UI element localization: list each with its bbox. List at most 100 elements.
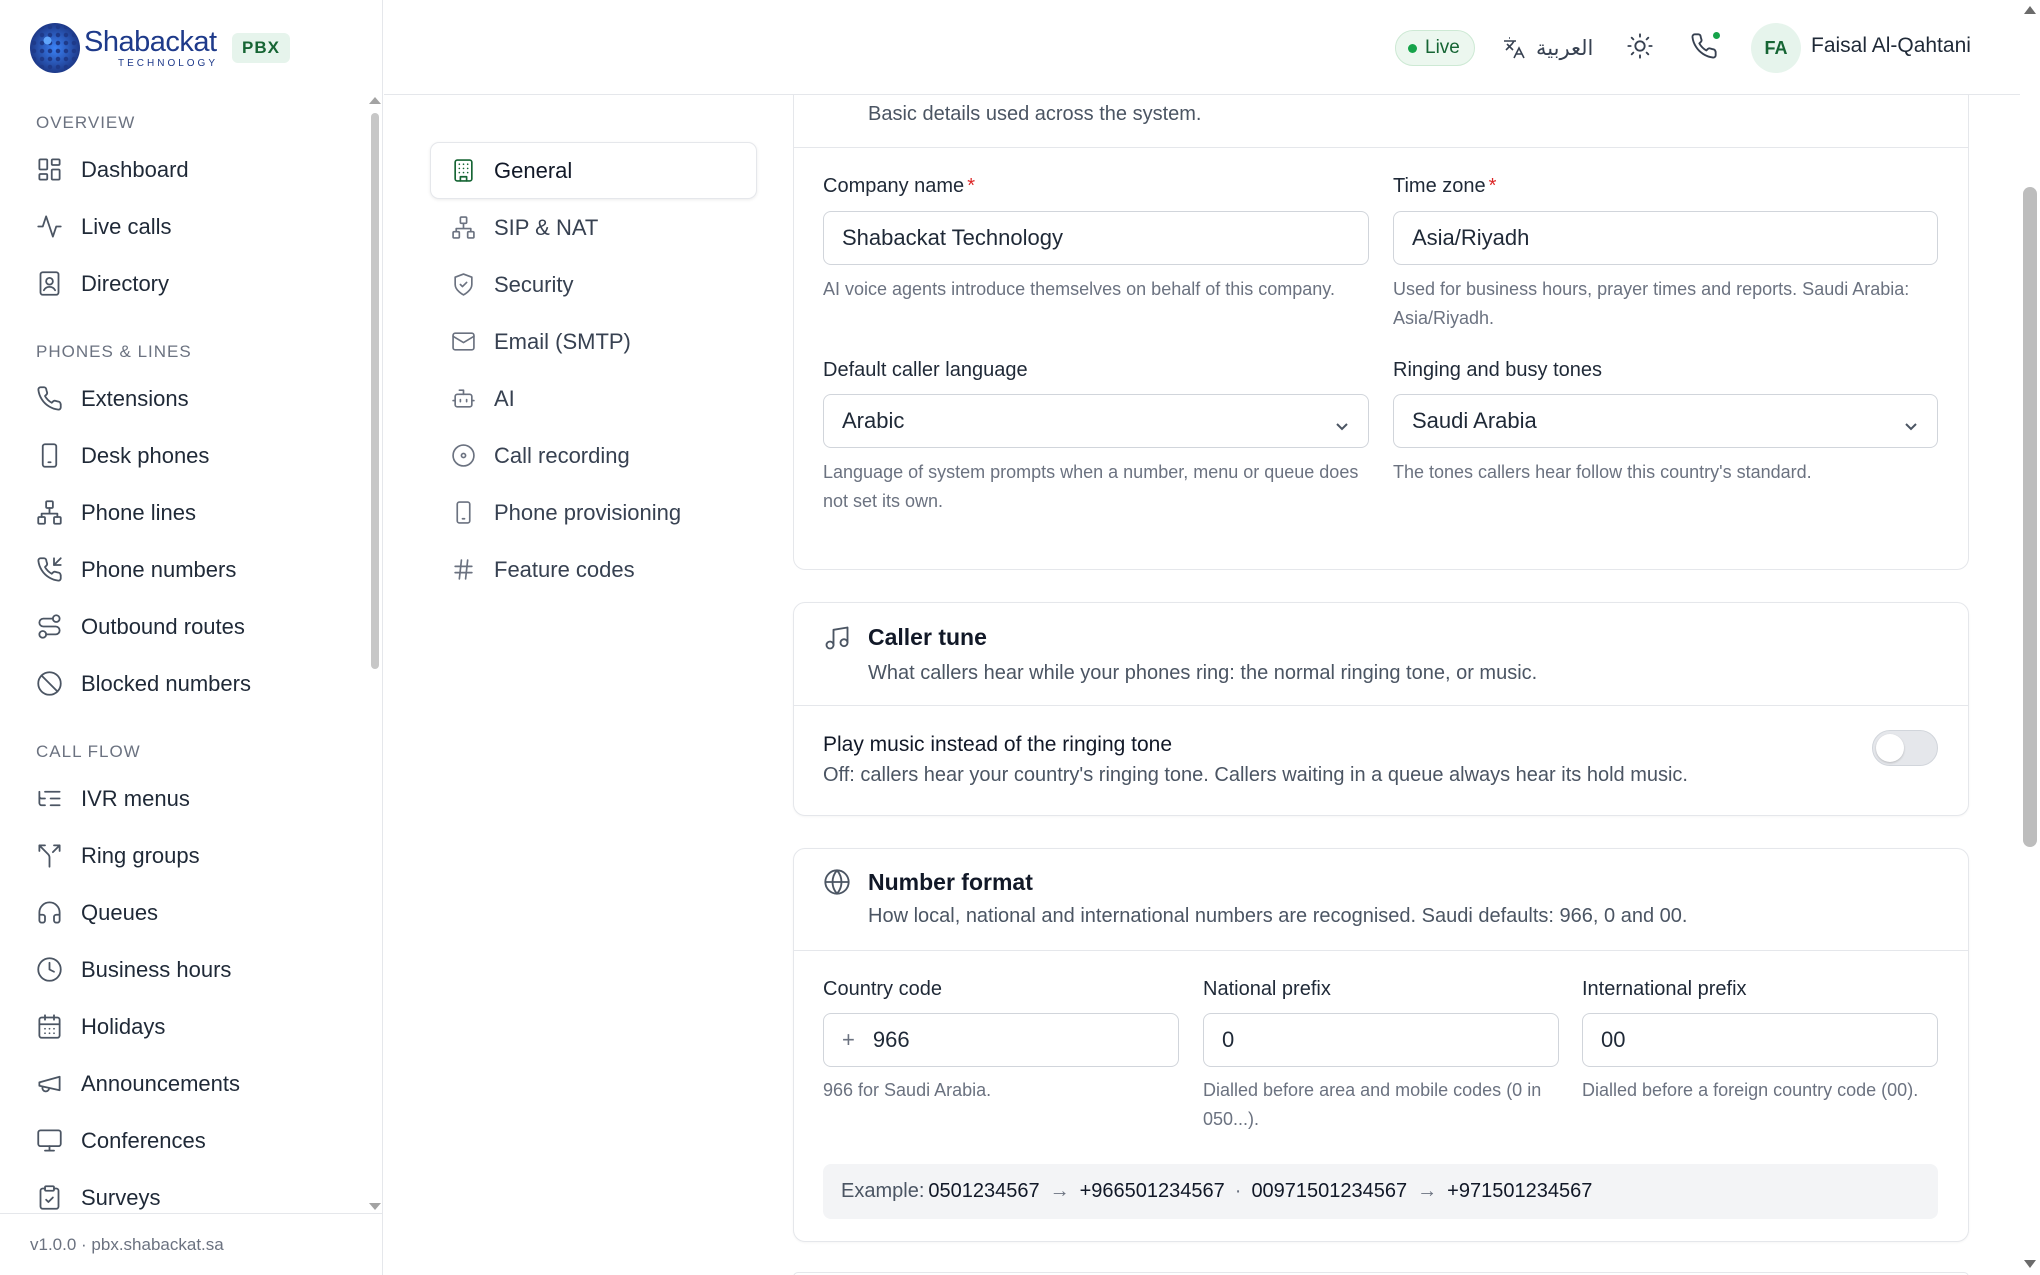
main-scrollbar-thumb[interactable] [2023,187,2037,847]
company-name-input[interactable]: Shabackat Technology [823,211,1369,265]
arrow-right-icon: → [1417,1180,1438,1202]
settings-tab-sip-nat[interactable]: SIP & NAT [430,199,757,256]
settings-tab-label: Security [494,271,574,297]
sidebar-scroll-down-arrow[interactable] [369,1203,381,1210]
sidebar-item-extensions[interactable]: Extensions [0,370,370,427]
main-scroll-down-arrow[interactable] [2024,1260,2036,1268]
sidebar-item-live-calls[interactable]: Live calls [0,198,370,255]
sidebar-item-ivr-menus[interactable]: IVR menus [0,770,370,827]
settings-tab-label: Phone provisioning [494,499,682,525]
sidebar-item-outbound-routes[interactable]: Outbound routes [0,598,370,655]
mail-icon [452,332,475,351]
user-avatar[interactable]: FA [1751,23,1801,73]
caller-tune-subtitle: What callers hear while your phones ring… [868,662,1538,684]
settings-tab-call-recording[interactable]: Call recording [430,427,757,484]
settings-tab-general[interactable]: General [430,142,757,199]
settings-tab-label: Call recording [494,442,630,468]
headphones-icon [38,901,61,924]
sidebar-item-label: Phone numbers [81,556,237,582]
sidebar-item-desk-phones[interactable]: Desk phones [0,427,370,484]
sidebar-item-blocked-numbers[interactable]: Blocked numbers [0,655,370,712]
live-status-label: Live [1425,37,1460,58]
toggle-knob [1876,734,1904,762]
sidebar-item-ring-groups[interactable]: Ring groups [0,827,370,884]
sidebar-item-phone-lines[interactable]: Phone lines [0,484,370,541]
phone-incoming-icon [37,557,62,582]
card-divider [794,950,1968,951]
language-toggle-button[interactable]: العربية [1502,28,1593,68]
settings-tab-label: General [494,157,573,183]
clock-icon [37,957,62,982]
plus-prefix: + [842,1027,855,1052]
sidebar-item-surveys[interactable]: Surveys [0,1169,370,1212]
sidebar-item-label: Ring groups [81,842,200,868]
user-name[interactable]: Faisal Al-Qahtani [1811,34,1971,58]
activity-icon [37,215,62,238]
card-divider [794,705,1968,706]
sidebar-item-label: Outbound routes [81,613,245,639]
sidebar-item-conferences[interactable]: Conferences [0,1112,370,1169]
settings-tab-email-smtp[interactable]: Email (SMTP) [430,313,757,370]
sidebar-item-label: Queues [81,899,159,925]
international-prefix-help: Dialled before a foreign country code (0… [1582,1080,1919,1100]
translate-icon [1504,37,1525,59]
number-format-title: Number format [868,869,1033,895]
sidebar-item-label: Blocked numbers [81,670,251,696]
sidebar-item-label: Holidays [81,1013,166,1039]
network-icon [37,500,62,525]
national-prefix-label: National prefix [1203,978,1331,1000]
sidebar-item-business-hours[interactable]: Business hours [0,941,370,998]
play-music-help: Off: callers hear your country's ringing… [823,764,1688,786]
sidebar-item-dashboard[interactable]: Dashboard [0,141,370,198]
country-code-input[interactable]: + 966 [823,1013,1179,1067]
international-prefix-input[interactable]: 00 [1582,1013,1938,1067]
settings-tab-feature-codes[interactable]: Feature codes [430,541,757,598]
sidebar-item-label: Dashboard [81,156,189,182]
play-music-toggle[interactable] [1872,730,1938,766]
tones-select[interactable]: Saudi Arabia [1393,394,1938,448]
settings-tab-label: Feature codes [494,556,635,582]
settings-tab-security[interactable]: Security [430,256,757,313]
settings-tab-phone-provisioning[interactable]: Phone provisioning [430,484,757,541]
caller-language-help: Language of system prompts when a number… [823,462,1359,511]
smartphone-icon [456,501,471,524]
company-name-label-text: Company name [823,175,965,197]
time-zone-input[interactable]: Asia/Riyadh [1393,211,1938,265]
sidebar-item-phone-numbers[interactable]: Phone numbers [0,541,370,598]
national-prefix-input[interactable]: 0 [1203,1013,1559,1067]
sidebar-item-label: Phone lines [81,499,196,525]
time-zone-label: Time zone * [1393,175,1496,198]
example-intl-e164: +971501234567 [1447,1180,1593,1202]
sidebar-item-directory[interactable]: Directory [0,255,370,312]
building-icon [454,159,473,182]
time-zone-label-text: Time zone [1393,175,1486,197]
contact-book-icon [39,271,60,296]
sun-icon [1627,33,1653,59]
main-scroll-up-arrow[interactable] [2024,6,2036,14]
example-local-e164: +966501234567 [1079,1180,1225,1202]
sidebar-scrollbar[interactable] [371,113,379,669]
tones-value: Saudi Arabia [1412,408,1537,433]
sidebar-scroll-up-arrow[interactable] [369,97,381,104]
company-name-label: Company name * [823,175,975,198]
caller-language-select[interactable]: Arabic [823,394,1369,448]
settings-tab-label: Email (SMTP) [494,328,631,354]
example-separator: · [1234,1180,1242,1202]
theme-toggle-button[interactable] [1626,32,1658,64]
tones-label: Ringing and busy tones [1393,359,1603,381]
number-format-example: Example: 0501234567 → +966501234567 · 00… [823,1164,1938,1219]
ban-icon [37,671,62,696]
example-label: Example: [841,1180,925,1202]
live-status-badge: Live [1395,30,1475,66]
settings-tab-ai[interactable]: AI [430,370,757,427]
arrow-right-icon: → [1049,1180,1070,1202]
sidebar-item-announcements[interactable]: Announcements [0,1055,370,1112]
sidebar-item-queues[interactable]: Queues [0,884,370,941]
route-icon [38,614,61,639]
sidebar-item-holidays[interactable]: Holidays [0,998,370,1055]
hash-icon [454,559,473,580]
brand-logo[interactable]: Shabackat TECHNOLOGY PBX [30,20,290,76]
general-card-description: Basic details used across the system. [868,103,1202,125]
network-icon [452,216,475,239]
brand-wordmark: Shabackat TECHNOLOGY [84,27,218,69]
